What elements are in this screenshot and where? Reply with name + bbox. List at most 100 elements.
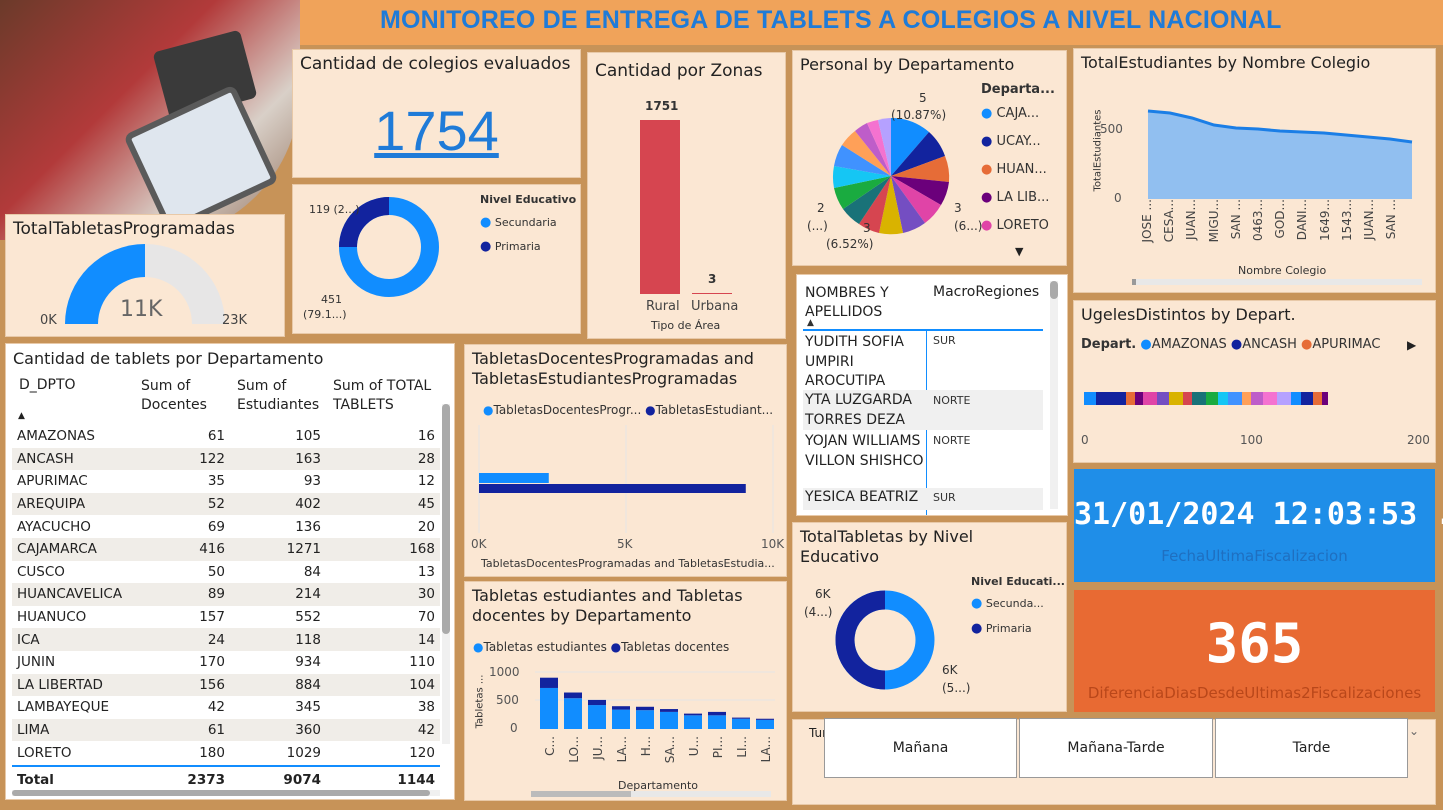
bar-estudiantes[interactable] — [708, 715, 726, 729]
bar-estudiantes[interactable] — [756, 719, 774, 729]
zonas-bar-urbana[interactable] — [692, 293, 732, 294]
personas-col-name-header[interactable]: NOMBRES Y APELLIDOS — [805, 284, 923, 322]
tabletas-nivel-legend-1[interactable]: ● Primaria — [971, 621, 1032, 636]
bar-estudiantes[interactable] — [660, 711, 678, 729]
bar-estudiantes[interactable] — [540, 687, 558, 729]
bar-docentes[interactable] — [479, 473, 549, 483]
personas-col-region-header[interactable]: MacroRegiones — [933, 284, 1039, 300]
donut-nivel-label-bottom-2: (79.1...) — [303, 308, 347, 321]
personal-legend-2[interactable]: ● HUAN... — [981, 162, 1047, 177]
table-row[interactable]: AMAZONAS 61 105 16 — [12, 425, 440, 448]
legend-label: UCAY... — [996, 134, 1041, 149]
ugeles-stacked-bar[interactable] — [1084, 392, 1328, 405]
scrollbar-thumb[interactable] — [442, 404, 450, 634]
table-row[interactable]: AREQUIPA 52 402 45 — [12, 492, 440, 516]
bar-docentes[interactable] — [612, 706, 630, 710]
legend-label[interactable]: ANCASH — [1242, 337, 1297, 352]
scrollbar-thumb[interactable] — [531, 791, 631, 797]
kpi-colegios-card[interactable]: Cantidad de colegios evaluados 1754 — [293, 50, 580, 177]
zonas-bar-rural[interactable] — [640, 120, 680, 294]
depto-table-card[interactable]: Cantidad de tablets por Departamento D_D… — [6, 344, 454, 799]
donut-primaria[interactable] — [835, 590, 886, 690]
sort-asc-icon[interactable]: ▲ — [18, 411, 25, 421]
table-row[interactable]: JUNIN 170 934 110 — [12, 651, 440, 674]
table-row[interactable]: YESICA BEATRIZ SUR — [803, 488, 1043, 510]
donut-nivel-legend-primaria[interactable]: ● Primaria — [480, 239, 541, 254]
turno-option-tarde[interactable]: Tarde — [1215, 718, 1408, 778]
col-header-estudiantes[interactable]: Sum of Estudiantes — [237, 377, 327, 415]
table-row[interactable]: YUDITH SOFIA UMPIRI AROCUTIPA SUR — [803, 332, 1043, 390]
personal-legend-1[interactable]: ● UCAY... — [981, 134, 1041, 149]
personas-table-card[interactable]: NOMBRES Y APELLIDOS MacroRegiones ▲ YUDI… — [797, 275, 1067, 515]
bar-docentes[interactable] — [684, 713, 702, 716]
kpi-colegios-value[interactable]: 1754 — [293, 98, 580, 163]
ugeles-card[interactable]: UgelesDistintos by Depart. Depart. ●AMAZ… — [1074, 301, 1435, 462]
bar-estudiantes[interactable] — [564, 698, 582, 729]
bar-docentes[interactable] — [756, 718, 774, 720]
depto-vscrollbar[interactable] — [442, 404, 450, 744]
cell-region: NORTE — [933, 434, 971, 447]
bar-estudiantes[interactable] — [612, 709, 630, 729]
donut-nivel-card[interactable]: 119 (2...) 451 (79.1...) Nivel Educativo… — [293, 185, 580, 333]
cell-value: 105 — [295, 428, 321, 445]
bar-estudiantes[interactable] — [636, 710, 654, 729]
legend-label[interactable]: APURIMAC — [1312, 337, 1380, 352]
bar-docentes[interactable] — [588, 699, 606, 706]
bar-estudiantes[interactable] — [479, 484, 746, 493]
personal-card[interactable]: Personal by Departamento 5 (10.87%) 2 (.… — [793, 51, 1066, 265]
personal-legend-3[interactable]: ● LA LIB... — [981, 190, 1049, 205]
table-row[interactable]: YOJAN WILLIAMS VILLON SHISHCO NORTE — [803, 430, 1043, 488]
scrollbar-thumb[interactable] — [12, 790, 430, 796]
personal-legend-0[interactable]: ● CAJA... — [981, 106, 1039, 121]
table-row[interactable]: HUANUCO 157 552 70 — [12, 606, 440, 629]
bar-estudiantes[interactable] — [732, 718, 750, 729]
bar-docentes[interactable] — [732, 717, 750, 719]
scrollbar-thumb[interactable] — [1132, 279, 1136, 285]
depto-hscrollbar[interactable] — [12, 790, 440, 796]
zonas-card[interactable]: Cantidad por Zonas 1751 3 Rural Urbana T… — [588, 53, 785, 338]
tabletas-depto-scrollbar[interactable] — [531, 791, 771, 797]
fecha-card[interactable]: 31/01/2024 12:03:53 ... FechaUltimaFisca… — [1074, 469, 1443, 582]
donut-nivel-legend-secundaria[interactable]: ● Secundaria — [480, 215, 557, 230]
table-row[interactable]: LORETO 180 1029 120 — [12, 741, 440, 764]
legend-label[interactable]: AMAZONAS — [1152, 337, 1227, 352]
bar-estudiantes[interactable] — [684, 715, 702, 729]
table-row[interactable]: AYACUCHO 69 136 20 — [12, 515, 440, 538]
bar-docentes[interactable] — [660, 709, 678, 712]
tabletas-prog-card[interactable]: TabletasDocentesProgramadas and Tabletas… — [465, 345, 786, 576]
col-header-total[interactable]: Sum of TOTAL TABLETS — [333, 377, 438, 415]
col-header-dpto[interactable]: D_DPTO — [19, 377, 76, 393]
bar-docentes[interactable] — [636, 706, 654, 711]
table-row[interactable]: LAMBAYEQUE 42 345 38 — [12, 696, 440, 719]
table-row[interactable]: APURIMAC 35 93 12 — [12, 470, 440, 493]
table-row[interactable]: CUSCO 50 84 13 — [12, 561, 440, 584]
personas-scrollbar[interactable] — [1050, 281, 1058, 509]
bar-docentes[interactable] — [540, 677, 558, 688]
table-row[interactable]: CAJAMARCA 416 1271 168 — [12, 537, 440, 561]
legend-scroll-down-icon[interactable]: ▼ — [1015, 245, 1023, 258]
scrollbar-thumb[interactable] — [1050, 281, 1058, 299]
legend-next-icon[interactable]: ▶ — [1407, 338, 1416, 352]
chevron-down-icon[interactable]: ⌄ — [1409, 724, 1419, 738]
table-row[interactable]: YTA LUZGARDA TORRES DEZA NORTE — [803, 390, 1043, 430]
estudiantes-card[interactable]: TotalEstudiantes by Nombre Colegio Total… — [1074, 49, 1435, 292]
personal-legend-4[interactable]: ● LORETO — [981, 218, 1049, 233]
table-row[interactable]: LIMA 61 360 42 — [12, 718, 440, 742]
table-row[interactable]: HUANCAVELICA 89 214 30 — [12, 583, 440, 606]
estudiantes-scrollbar[interactable] — [1132, 279, 1422, 285]
turno-option-manana-tarde[interactable]: Mañana-Tarde — [1019, 718, 1213, 778]
tabletas-nivel-legend-0[interactable]: ● Secunda... — [971, 596, 1044, 611]
tabletas-depto-card[interactable]: Tabletas estudiantes and Tabletas docent… — [465, 582, 786, 800]
bar-docentes[interactable] — [564, 692, 582, 699]
bar-estudiantes[interactable] — [588, 705, 606, 729]
table-row[interactable]: ICA 24 118 14 — [12, 628, 440, 651]
sort-asc-icon[interactable]: ▲ — [807, 318, 814, 328]
bar-docentes[interactable] — [708, 711, 726, 716]
table-row[interactable]: LA LIBERTAD 156 884 104 — [12, 673, 440, 697]
gauge-card[interactable]: TotalTabletasProgramadas 11K 0K 23K — [6, 215, 284, 336]
table-row[interactable]: ANCASH 122 163 28 — [12, 447, 440, 471]
dias-card[interactable]: 365 DiferenciaDiasDesdeUltimas2Fiscaliza… — [1074, 590, 1435, 712]
turno-option-manana[interactable]: Mañana — [824, 718, 1017, 778]
col-header-docentes[interactable]: Sum of Docentes — [141, 377, 221, 415]
tabletas-nivel-card[interactable]: TotalTabletas by Nivel Educativo 6K (4..… — [793, 523, 1066, 711]
